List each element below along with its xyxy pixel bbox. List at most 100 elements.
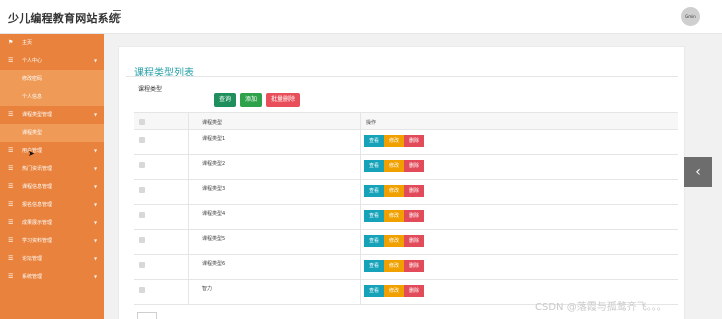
batch-delete-button[interactable]: 批量删除 — [266, 93, 300, 107]
list-icon: ☰ — [8, 147, 14, 154]
table-row: 课程类型4 查看 修改 删除 — [134, 205, 678, 230]
sidebar-item-home[interactable]: ⚑ 主页 — [0, 34, 104, 52]
course-type-search-input[interactable] — [138, 92, 210, 106]
sidebar-item-personal-center[interactable]: ☰ 个人中心 ▼ — [0, 52, 104, 70]
edit-button[interactable]: 修改 — [384, 135, 404, 147]
avatar[interactable]: Gmin — [681, 7, 700, 26]
list-icon: ☰ — [8, 183, 14, 190]
sidebar-item-label: 个人中心 — [22, 58, 43, 64]
course-type-cell: 课程类型6 — [202, 261, 226, 267]
sidebar-item-course-type-management[interactable]: ☰ 课程类型管理 ▼ — [0, 106, 104, 124]
sidebar-item-label: 成果展示管理 — [22, 220, 53, 226]
edit-button[interactable]: 修改 — [384, 235, 404, 247]
row-checkbox[interactable] — [139, 237, 145, 243]
view-button[interactable]: 查看 — [364, 160, 384, 172]
row-checkbox[interactable] — [139, 187, 145, 193]
sidebar-item-study-material-management[interactable]: ☰ 学习资料管理 ▼ — [0, 232, 104, 250]
sidebar-subitem-change-password[interactable]: 修改密码 — [0, 70, 104, 88]
sidebar-item-label: 修改密码 — [22, 76, 43, 82]
column-divider — [188, 130, 189, 154]
search-button[interactable]: 查询 — [214, 93, 236, 107]
view-button[interactable]: 查看 — [364, 210, 384, 222]
column-divider — [188, 205, 189, 229]
column-divider — [188, 180, 189, 204]
sidebar-item-label: 课程信息管理 — [22, 184, 53, 190]
sidebar-subitem-course-type[interactable]: 课程类型 — [0, 124, 104, 142]
view-button[interactable]: 查看 — [364, 235, 384, 247]
course-type-cell: 课程类型2 — [202, 161, 226, 167]
row-checkbox[interactable] — [139, 262, 145, 268]
sidebar-item-label: 系统管理 — [22, 274, 43, 280]
edit-button[interactable]: 修改 — [384, 260, 404, 272]
sidebar-item-label: 主页 — [22, 40, 33, 46]
column-divider — [360, 130, 361, 154]
delete-button[interactable]: 删除 — [404, 185, 424, 197]
column-divider — [360, 255, 361, 279]
row-checkbox[interactable] — [139, 162, 145, 168]
view-button[interactable]: 查看 — [364, 260, 384, 272]
course-type-cell: 课程类型3 — [202, 186, 226, 192]
chevron-down-icon: ▼ — [94, 148, 98, 153]
select-all-checkbox[interactable] — [139, 119, 145, 125]
sidebar-subitem-personal-info[interactable]: 个人信息 — [0, 88, 104, 106]
course-type-cell: 课程类型4 — [202, 211, 226, 217]
table-row: 课程类型3 查看 修改 删除 — [134, 180, 678, 205]
mouse-pointer-icon: ➤ — [28, 149, 35, 158]
top-bar: 少儿编程教育网站系统 ☰ Gmin — [0, 0, 722, 34]
delete-button[interactable]: 删除 — [404, 285, 424, 297]
column-divider — [188, 155, 189, 179]
list-icon: ☰ — [8, 111, 14, 118]
list-icon: ☰ — [8, 237, 14, 244]
table-header-row: 课程类型 操作 — [134, 112, 678, 130]
delete-button[interactable]: 删除 — [404, 135, 424, 147]
sidebar-item-hot-news-management[interactable]: ☰ 热门资讯管理 ▼ — [0, 160, 104, 178]
sidebar-item-user-management[interactable]: ☰ 用户管理 ▼ — [0, 142, 104, 160]
chevron-down-icon: ▼ — [94, 256, 98, 261]
chevron-down-icon: ▼ — [94, 166, 98, 171]
sidebar-item-label: 报名信息管理 — [22, 202, 53, 208]
chevron-down-icon: ▼ — [94, 274, 98, 279]
title-divider — [126, 76, 678, 77]
delete-button[interactable]: 删除 — [404, 210, 424, 222]
edit-button[interactable]: 修改 — [384, 160, 404, 172]
row-checkbox[interactable] — [139, 287, 145, 293]
chevron-down-icon: ▼ — [94, 202, 98, 207]
column-divider — [360, 205, 361, 229]
delete-button[interactable]: 删除 — [404, 260, 424, 272]
sidebar-item-label: 课程类型 — [22, 130, 43, 136]
flag-icon: ⚑ — [8, 39, 14, 46]
add-button[interactable]: 添加 — [240, 93, 262, 107]
edit-button[interactable]: 修改 — [384, 285, 404, 297]
chevron-down-icon: ▼ — [94, 238, 98, 243]
sidebar-item-label: 热门资讯管理 — [22, 166, 53, 172]
sidebar-item-showcase-management[interactable]: ☰ 成果展示管理 ▼ — [0, 214, 104, 232]
column-divider — [188, 280, 189, 304]
row-checkbox[interactable] — [139, 212, 145, 218]
edit-button[interactable]: 修改 — [384, 210, 404, 222]
delete-button[interactable]: 删除 — [404, 160, 424, 172]
sidebar-item-enrollment-management[interactable]: ☰ 报名信息管理 ▼ — [0, 196, 104, 214]
pagination-stub — [137, 312, 157, 319]
sidebar-item-course-info-management[interactable]: ☰ 课程信息管理 ▼ — [0, 178, 104, 196]
edit-button[interactable]: 修改 — [384, 185, 404, 197]
course-type-cell: 课程类型1 — [202, 136, 226, 142]
table-row: 课程类型1 查看 修改 删除 — [134, 130, 678, 155]
view-button[interactable]: 查看 — [364, 185, 384, 197]
delete-button[interactable]: 删除 — [404, 235, 424, 247]
table-row: 课程类型6 查看 修改 删除 — [134, 255, 678, 280]
sidebar-item-system-management[interactable]: ☰ 系统管理 ▼ — [0, 268, 104, 286]
collapse-panel-tab[interactable]: ‹ — [684, 157, 712, 187]
hamburger-menu-icon[interactable]: ☰ — [112, 9, 124, 21]
row-checkbox[interactable] — [139, 137, 145, 143]
view-button[interactable]: 查看 — [364, 135, 384, 147]
list-icon: ☰ — [8, 201, 14, 208]
view-button[interactable]: 查看 — [364, 285, 384, 297]
sidebar-item-forum-management[interactable]: ☰ 论坛管理 ▼ — [0, 250, 104, 268]
list-icon: ☰ — [8, 255, 14, 262]
column-divider — [360, 230, 361, 254]
sidebar-item-label: 学习资料管理 — [22, 238, 53, 244]
chevron-left-icon: ‹ — [695, 164, 701, 180]
sidebar-item-label: 课程类型管理 — [22, 112, 53, 118]
course-type-cell: 智力 — [202, 286, 213, 292]
watermark: CSDN @落霞与孤鹜齐飞。。。 — [535, 302, 667, 313]
